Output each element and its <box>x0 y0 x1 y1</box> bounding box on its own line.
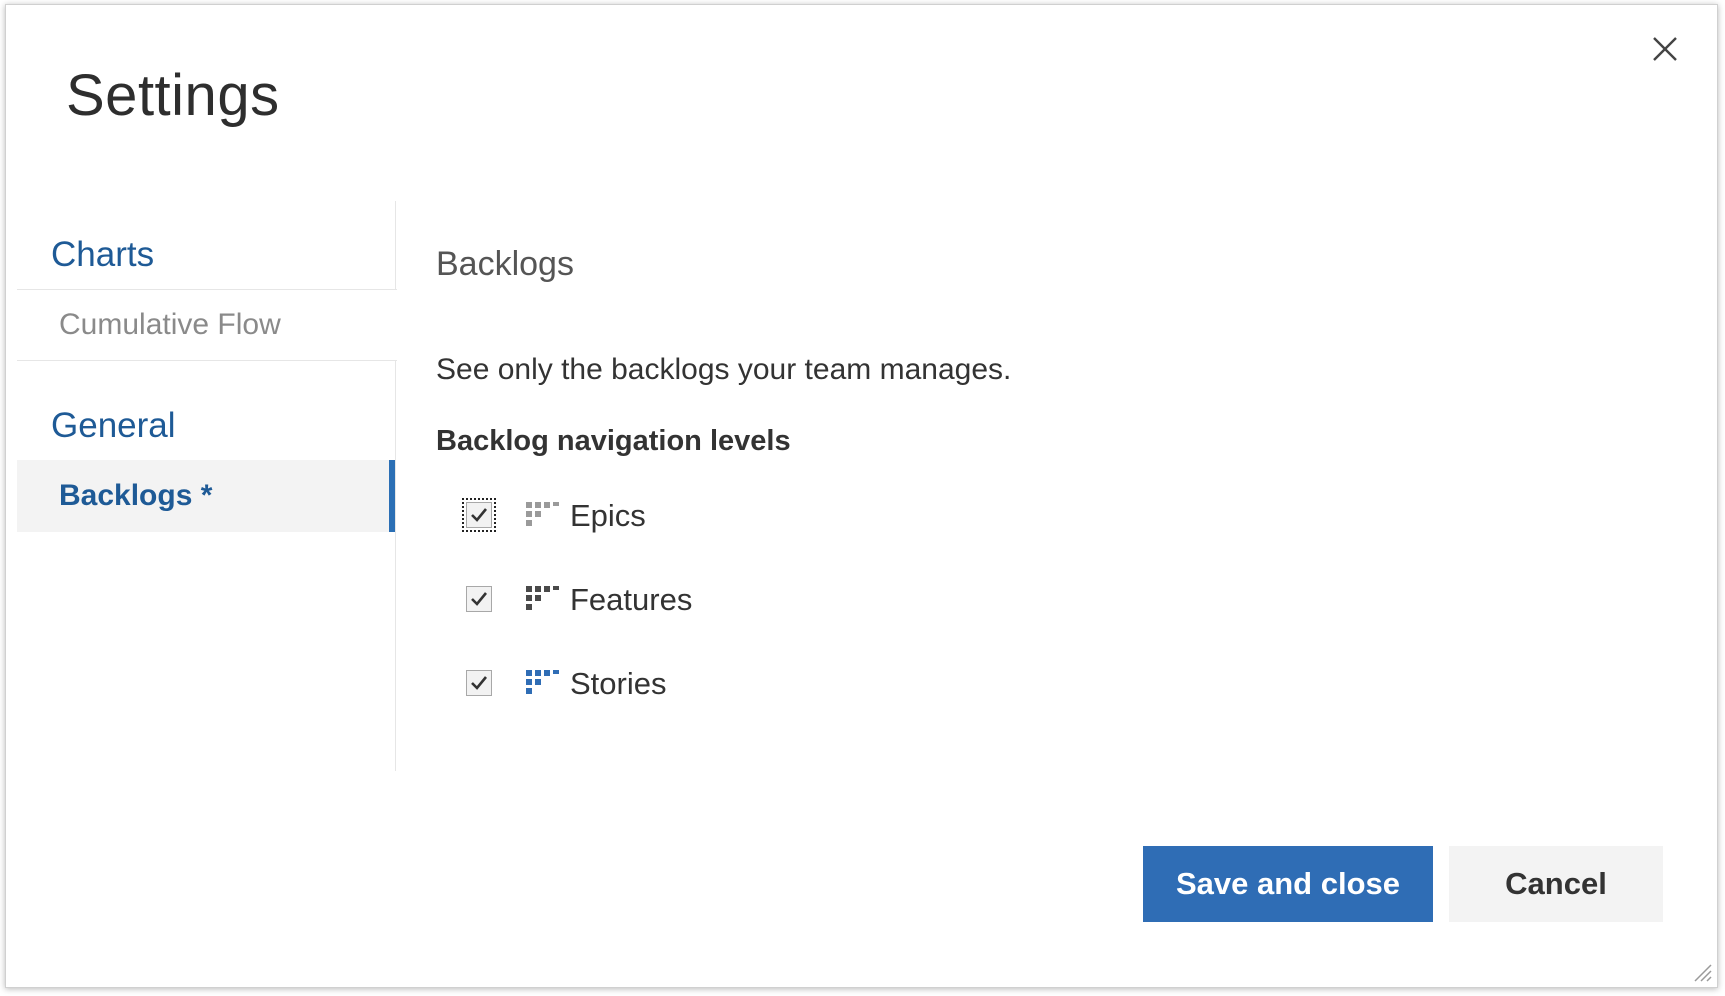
features-checkbox[interactable] <box>466 586 492 612</box>
sidebar-group-charts: Charts <box>51 235 155 274</box>
backlog-epics-icon <box>526 502 560 528</box>
level-row-features: Features <box>466 579 692 619</box>
sidebar-item-label: Backlogs * <box>59 479 213 512</box>
backlog-features-icon <box>526 586 560 612</box>
level-label: Stories <box>570 665 667 701</box>
stories-checkbox[interactable] <box>466 670 492 696</box>
backlog-stories-icon <box>526 670 560 696</box>
level-row-epics: Epics <box>462 495 646 535</box>
level-label: Epics <box>570 497 646 533</box>
section-title: Backlogs <box>436 245 574 283</box>
dialog-title: Settings <box>66 63 280 128</box>
resize-grip-icon[interactable] <box>1689 959 1713 983</box>
section-description: See only the backlogs your team manages. <box>436 353 1012 386</box>
sidebar-item-backlogs[interactable]: Backlogs * <box>17 460 395 532</box>
level-row-stories: Stories <box>466 663 666 703</box>
checkmark-icon <box>471 592 488 606</box>
cancel-button[interactable]: Cancel <box>1449 846 1663 922</box>
checkmark-icon <box>471 508 488 522</box>
levels-label: Backlog navigation levels <box>436 425 791 457</box>
close-button[interactable] <box>1647 31 1683 67</box>
sidebar-item-label: Cumulative Flow <box>59 308 281 341</box>
close-icon <box>1653 37 1677 61</box>
epics-checkbox[interactable] <box>462 498 496 532</box>
level-label: Features <box>570 581 693 617</box>
save-and-close-button[interactable]: Save and close <box>1143 846 1433 922</box>
sidebar-item-cumulative-flow[interactable]: Cumulative Flow <box>17 289 397 361</box>
settings-sidebar: Charts Cumulative Flow General Backlogs … <box>11 201 397 771</box>
settings-dialog: Settings Charts Cumulative Flow General … <box>5 4 1718 988</box>
sidebar-group-general: General <box>51 406 176 445</box>
checkmark-icon <box>471 676 488 690</box>
